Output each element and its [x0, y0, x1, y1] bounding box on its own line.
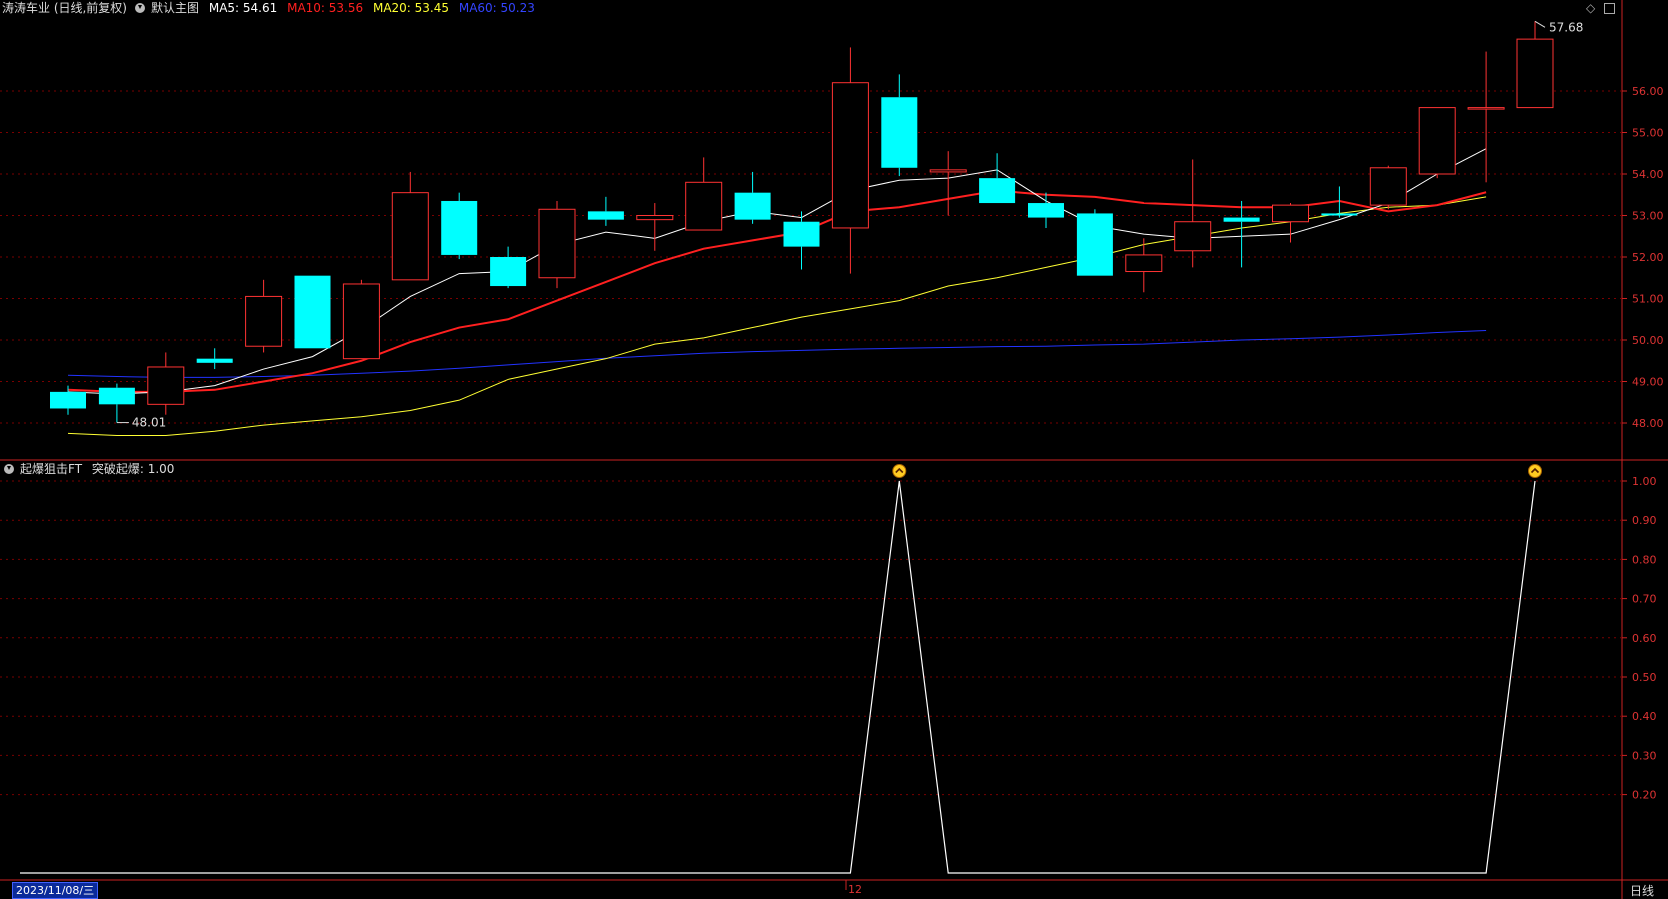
main-y-tick-label: 54.00 — [1632, 168, 1664, 181]
ma5-line — [67, 148, 1487, 395]
candle-down — [441, 200, 478, 255]
cursor-date-box: 2023/11/08/三 — [12, 882, 99, 899]
kline-chart-canvas[interactable]: 48.00 49.00 50.00 51.00 52.00 53.00 54.00 55.00… — [0, 0, 1668, 899]
sub-y-tick-label: 0.20 — [1632, 789, 1657, 802]
candle-up — [1418, 107, 1456, 175]
main-y-tick-label: 56.00 — [1632, 85, 1664, 98]
main-y-tick-label: 49.00 — [1632, 376, 1664, 389]
candle-up — [538, 208, 576, 279]
sub-y-tick-label: 0.60 — [1632, 632, 1657, 645]
sub-y-tick-label: 0.40 — [1632, 710, 1657, 723]
candle-up — [245, 295, 283, 347]
signal-arrow-icon — [1528, 464, 1542, 478]
candle-down — [734, 192, 771, 220]
main-y-tick-label: 48.00 — [1632, 417, 1664, 430]
candle-down — [98, 387, 135, 405]
sub-y-tick-label: 1.00 — [1632, 475, 1657, 488]
candle-down — [783, 221, 820, 247]
sub-y-tick-label: 0.90 — [1632, 514, 1657, 527]
candle-up — [1125, 254, 1163, 273]
candle-down — [1076, 213, 1113, 276]
candle-up — [1272, 204, 1309, 223]
candle-up — [1369, 167, 1407, 206]
candle-up — [342, 283, 380, 360]
candle-down — [881, 97, 918, 168]
x-axis-month-tick: 12 — [848, 883, 862, 896]
main-y-tick-label: 53.00 — [1632, 210, 1664, 223]
candle-up — [929, 169, 967, 173]
candle-down — [979, 178, 1016, 204]
main-y-tick-label: 55.00 — [1632, 127, 1664, 140]
candle-up — [685, 181, 723, 231]
candle-down — [490, 257, 527, 287]
sub-y-tick-label: 0.50 — [1632, 671, 1657, 684]
candle-down — [1223, 217, 1260, 222]
candle-up — [391, 192, 429, 281]
sub-y-tick-label: 0.70 — [1632, 593, 1657, 606]
main-y-tick-label: 51.00 — [1632, 293, 1664, 306]
candle-down — [1321, 213, 1358, 216]
candle-down — [1028, 203, 1064, 218]
candle-up — [636, 215, 674, 221]
candle-up — [1467, 107, 1505, 110]
signal-arrow-icon — [892, 464, 907, 478]
candle-down — [50, 391, 86, 409]
candle-down — [196, 358, 233, 363]
candle-down — [587, 211, 624, 220]
candle-up — [1516, 38, 1554, 109]
sub-y-tick-label: 0.30 — [1632, 749, 1657, 762]
candle-up — [1174, 221, 1212, 252]
high-price-label: 57.68 — [1549, 20, 1583, 34]
period-label[interactable]: 日线 — [1630, 882, 1654, 899]
main-y-tick-label: 50.00 — [1632, 334, 1664, 347]
sub-y-tick-label: 0.80 — [1632, 553, 1657, 566]
high-marker-line — [1534, 20, 1546, 28]
candle-up — [147, 366, 185, 405]
main-y-tick-label: 52.00 — [1632, 251, 1664, 264]
candle-up — [831, 82, 869, 229]
low-price-label: 48.01 — [132, 416, 166, 430]
candle-down — [294, 275, 331, 349]
